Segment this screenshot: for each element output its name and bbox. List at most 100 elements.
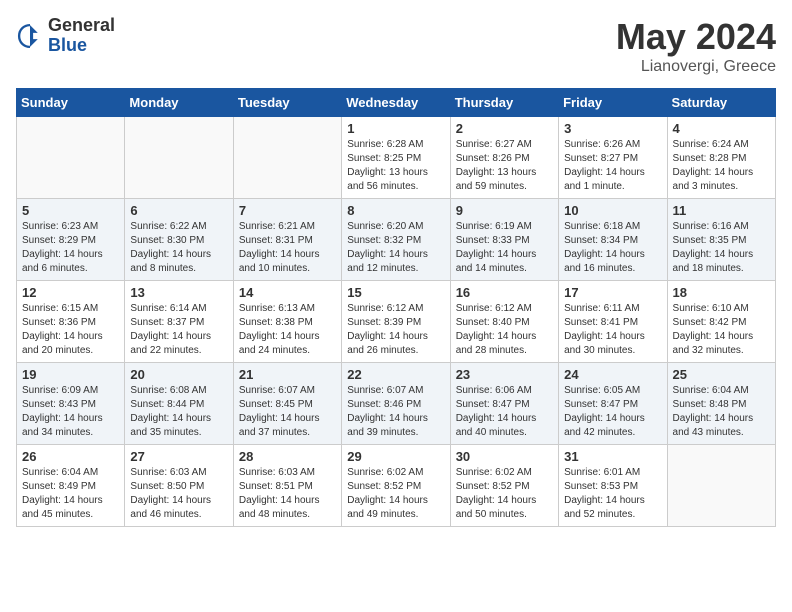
calendar-cell: 11Sunrise: 6:16 AM Sunset: 8:35 PM Dayli…	[667, 199, 775, 281]
day-number: 12	[22, 285, 119, 300]
day-number: 2	[456, 121, 553, 136]
day-number: 24	[564, 367, 661, 382]
calendar-cell: 20Sunrise: 6:08 AM Sunset: 8:44 PM Dayli…	[125, 363, 233, 445]
day-info: Sunrise: 6:26 AM Sunset: 8:27 PM Dayligh…	[564, 138, 661, 194]
day-number: 19	[22, 367, 119, 382]
day-number: 8	[347, 203, 444, 218]
calendar-cell	[233, 117, 341, 199]
calendar-cell: 25 Sunrise: 6:04 AM Sunset: 8:48 PM Dayli…	[667, 363, 775, 445]
calendar-cell: 22Sunrise: 6:07 AM Sunset: 8:46 PM Dayli…	[342, 363, 450, 445]
calendar-cell: 28 Sunrise: 6:03 AM Sunset: 8:51 PM Dayli…	[233, 445, 341, 527]
calendar-cell: 29 Sunrise: 6:02 AM Sunset: 8:52 PM Dayli…	[342, 445, 450, 527]
day-info: Sunrise: 6:21 AM Sunset: 8:31 PM Dayligh…	[239, 220, 336, 276]
calendar-cell	[125, 117, 233, 199]
calendar-cell: 24 Sunrise: 6:05 AM Sunset: 8:47 PM Dayli…	[559, 363, 667, 445]
day-info: Sunrise: 6:15 AM Sunset: 8:36 PM Dayligh…	[22, 302, 119, 358]
day-info: Sunrise: 6:27 AM Sunset: 8:26 PM Dayligh…	[456, 138, 553, 194]
location-title: Lianovergi, Greece	[616, 58, 776, 76]
calendar-cell: 4 Sunrise: 6:24 AM Sunset: 8:28 PM Daylig…	[667, 117, 775, 199]
calendar-cell: 19 Sunrise: 6:09 AM Sunset: 8:43 PM Dayli…	[17, 363, 125, 445]
weekday-header-tuesday: Tuesday	[233, 89, 341, 117]
day-number: 30	[456, 449, 553, 464]
day-info: Sunrise: 6:10 AM Sunset: 8:42 PM Dayligh…	[673, 302, 770, 358]
day-number: 28	[239, 449, 336, 464]
day-info: Sunrise: 6:24 AM Sunset: 8:28 PM Dayligh…	[673, 138, 770, 194]
calendar-cell: 27Sunrise: 6:03 AM Sunset: 8:50 PM Dayli…	[125, 445, 233, 527]
day-info: Sunrise: 6:07 AM Sunset: 8:45 PM Dayligh…	[239, 384, 336, 440]
day-number: 29	[347, 449, 444, 464]
calendar-cell: 9Sunrise: 6:19 AM Sunset: 8:33 PM Daylig…	[450, 199, 558, 281]
day-info: Sunrise: 6:05 AM Sunset: 8:47 PM Dayligh…	[564, 384, 661, 440]
month-title: May 2024	[616, 16, 776, 58]
weekday-header-sunday: Sunday	[17, 89, 125, 117]
day-info: Sunrise: 6:12 AM Sunset: 8:39 PM Dayligh…	[347, 302, 444, 358]
logo: General Blue	[16, 16, 115, 56]
day-number: 10	[564, 203, 661, 218]
day-info: Sunrise: 6:08 AM Sunset: 8:44 PM Dayligh…	[130, 384, 227, 440]
title-area: May 2024 Lianovergi, Greece	[616, 16, 776, 76]
day-number: 17	[564, 285, 661, 300]
logo-icon	[16, 22, 44, 50]
weekday-header-friday: Friday	[559, 89, 667, 117]
calendar-cell	[17, 117, 125, 199]
calendar-table: SundayMondayTuesdayWednesdayThursdayFrid…	[16, 88, 776, 527]
day-number: 21	[239, 367, 336, 382]
calendar-cell: 23Sunrise: 6:06 AM Sunset: 8:47 PM Dayli…	[450, 363, 558, 445]
calendar-cell: 13Sunrise: 6:14 AM Sunset: 8:37 PM Dayli…	[125, 281, 233, 363]
day-number: 25	[673, 367, 770, 382]
calendar-cell: 7 Sunrise: 6:21 AM Sunset: 8:31 PM Daylig…	[233, 199, 341, 281]
day-info: Sunrise: 6:19 AM Sunset: 8:33 PM Dayligh…	[456, 220, 553, 276]
day-number: 31	[564, 449, 661, 464]
calendar-cell: 6 Sunrise: 6:22 AM Sunset: 8:30 PM Daylig…	[125, 199, 233, 281]
weekday-header-row: SundayMondayTuesdayWednesdayThursdayFrid…	[17, 89, 776, 117]
calendar-cell: 5Sunrise: 6:23 AM Sunset: 8:29 PM Daylig…	[17, 199, 125, 281]
weekday-header-saturday: Saturday	[667, 89, 775, 117]
day-info: Sunrise: 6:11 AM Sunset: 8:41 PM Dayligh…	[564, 302, 661, 358]
calendar-cell	[667, 445, 775, 527]
calendar-cell: 26 Sunrise: 6:04 AM Sunset: 8:49 PM Dayli…	[17, 445, 125, 527]
page-header: General Blue May 2024 Lianovergi, Greece	[16, 16, 776, 76]
day-number: 4	[673, 121, 770, 136]
day-number: 5	[22, 203, 119, 218]
logo-blue-text: Blue	[48, 36, 115, 56]
calendar-cell: 17 Sunrise: 6:11 AM Sunset: 8:41 PM Dayli…	[559, 281, 667, 363]
day-number: 14	[239, 285, 336, 300]
day-number: 15	[347, 285, 444, 300]
day-info: Sunrise: 6:13 AM Sunset: 8:38 PM Dayligh…	[239, 302, 336, 358]
calendar-week-row: 26 Sunrise: 6:04 AM Sunset: 8:49 PM Dayli…	[17, 445, 776, 527]
calendar-cell: 16 Sunrise: 6:12 AM Sunset: 8:40 PM Dayli…	[450, 281, 558, 363]
day-info: Sunrise: 6:02 AM Sunset: 8:52 PM Dayligh…	[347, 466, 444, 522]
day-info: Sunrise: 6:28 AM Sunset: 8:25 PM Dayligh…	[347, 138, 444, 194]
day-info: Sunrise: 6:12 AM Sunset: 8:40 PM Dayligh…	[456, 302, 553, 358]
logo-text: General Blue	[48, 16, 115, 56]
day-number: 6	[130, 203, 227, 218]
day-info: Sunrise: 6:20 AM Sunset: 8:32 PM Dayligh…	[347, 220, 444, 276]
day-info: Sunrise: 6:03 AM Sunset: 8:50 PM Dayligh…	[130, 466, 227, 522]
day-number: 22	[347, 367, 444, 382]
day-number: 7	[239, 203, 336, 218]
day-info: Sunrise: 6:22 AM Sunset: 8:30 PM Dayligh…	[130, 220, 227, 276]
calendar-cell: 30 Sunrise: 6:02 AM Sunset: 8:52 PM Dayli…	[450, 445, 558, 527]
day-info: Sunrise: 6:04 AM Sunset: 8:49 PM Dayligh…	[22, 466, 119, 522]
weekday-header-wednesday: Wednesday	[342, 89, 450, 117]
day-number: 26	[22, 449, 119, 464]
logo-general-text: General	[48, 16, 115, 36]
day-info: Sunrise: 6:02 AM Sunset: 8:52 PM Dayligh…	[456, 466, 553, 522]
day-info: Sunrise: 6:16 AM Sunset: 8:35 PM Dayligh…	[673, 220, 770, 276]
day-info: Sunrise: 6:09 AM Sunset: 8:43 PM Dayligh…	[22, 384, 119, 440]
calendar-cell: 18Sunrise: 6:10 AM Sunset: 8:42 PM Dayli…	[667, 281, 775, 363]
calendar-cell: 15 Sunrise: 6:12 AM Sunset: 8:39 PM Dayli…	[342, 281, 450, 363]
calendar-week-row: 5Sunrise: 6:23 AM Sunset: 8:29 PM Daylig…	[17, 199, 776, 281]
day-info: Sunrise: 6:01 AM Sunset: 8:53 PM Dayligh…	[564, 466, 661, 522]
calendar-cell: 10Sunrise: 6:18 AM Sunset: 8:34 PM Dayli…	[559, 199, 667, 281]
calendar-cell: 12 Sunrise: 6:15 AM Sunset: 8:36 PM Dayli…	[17, 281, 125, 363]
calendar-cell: 8 Sunrise: 6:20 AM Sunset: 8:32 PM Daylig…	[342, 199, 450, 281]
day-info: Sunrise: 6:04 AM Sunset: 8:48 PM Dayligh…	[673, 384, 770, 440]
calendar-cell: 3Sunrise: 6:26 AM Sunset: 8:27 PM Daylig…	[559, 117, 667, 199]
calendar-cell: 14 Sunrise: 6:13 AM Sunset: 8:38 PM Dayli…	[233, 281, 341, 363]
calendar-week-row: 1Sunrise: 6:28 AM Sunset: 8:25 PM Daylig…	[17, 117, 776, 199]
day-number: 16	[456, 285, 553, 300]
day-info: Sunrise: 6:06 AM Sunset: 8:47 PM Dayligh…	[456, 384, 553, 440]
day-info: Sunrise: 6:03 AM Sunset: 8:51 PM Dayligh…	[239, 466, 336, 522]
day-number: 13	[130, 285, 227, 300]
